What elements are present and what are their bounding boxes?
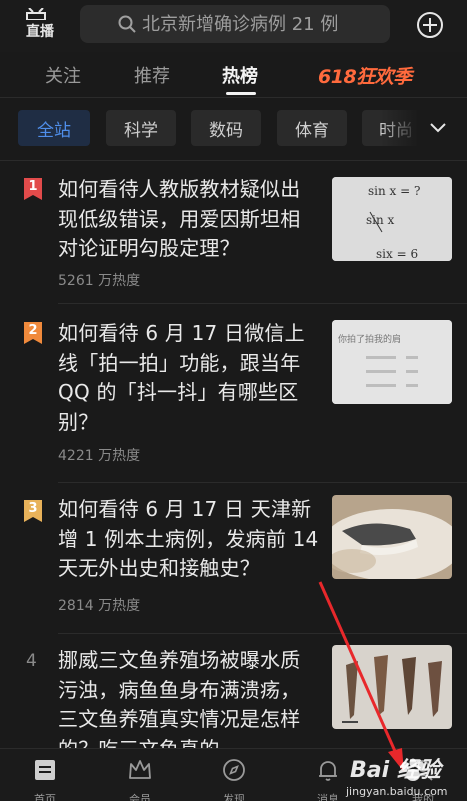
top-bar: 直播 <box>0 0 467 52</box>
thumb-formula-3: six = 6 <box>376 247 418 261</box>
bell-icon <box>319 761 337 781</box>
live-label: 直播 <box>26 24 54 40</box>
thumb-formula-1: sin x = ? <box>368 184 420 198</box>
compass-icon <box>223 759 245 781</box>
tab-recommend[interactable]: 推荐 <box>134 62 170 88</box>
item-title[interactable]: 如何看待人教版教材疑似出现低级错误，用爱因斯坦相对论证明勾股定理？ <box>58 175 320 264</box>
item-title[interactable]: 如何看待 6 月 17 日微信上线「拍一拍」功能，跟当年 QQ 的「抖一抖」有哪… <box>58 319 320 437</box>
chip-all[interactable]: 全站 <box>18 110 90 146</box>
rank-number: 3 <box>28 501 38 516</box>
tab-hot-list[interactable]: 热榜 <box>222 62 258 88</box>
heat-count: 4221 万热度 <box>58 448 141 464</box>
item-divider <box>58 633 467 634</box>
item-title[interactable]: 如何看待 6 月 17 日 天津新增 1 例本土病例，发病前 14 天无外出史和… <box>58 495 320 584</box>
tv-icon <box>26 8 46 20</box>
rank-number-wrap: 3 <box>24 500 42 522</box>
heat-count: 2814 万热度 <box>58 598 141 614</box>
list-item[interactable]: 4 挪威三文鱼养殖场被曝水质污浊，病鱼鱼身布满溃疡，三文鱼养殖真实情况是怎样的？… <box>0 643 467 753</box>
rank-number-wrap: 2 <box>24 322 42 344</box>
search-bar[interactable] <box>80 5 390 43</box>
active-tab-indicator <box>226 92 256 95</box>
watermark-url: jingyan.baidu.com <box>346 785 448 798</box>
watermark-brand: Bai 经验 <box>350 758 441 783</box>
chips-fade <box>380 110 467 150</box>
list-item[interactable]: 3 如何看待 6 月 17 日 天津新增 1 例本土病例，发病前 14 天无外出… <box>0 492 467 632</box>
nav-label: 发现 <box>223 793 245 801</box>
list-item[interactable]: 2 如何看待 6 月 17 日微信上线「拍一拍」功能，跟当年 QQ 的「抖一抖」… <box>0 313 467 478</box>
promo-618-tab[interactable]: 618狂欢季 <box>318 62 412 89</box>
item-divider <box>58 482 467 483</box>
heat-count: 5261 万热度 <box>58 273 141 289</box>
add-icon[interactable] <box>416 11 444 39</box>
nav-label: 会员 <box>129 793 151 801</box>
nav-home[interactable]: 首页 <box>10 749 80 801</box>
live-button[interactable]: 直播 <box>20 8 64 40</box>
feed-tabs: 关注 推荐 热榜 618狂欢季 <box>0 52 467 97</box>
chips-divider <box>0 160 467 161</box>
rank-number: 2 <box>28 323 38 338</box>
rank-number: 1 <box>28 179 38 194</box>
rank-number: 4 <box>26 651 37 671</box>
item-thumbnail[interactable]: 你拍了拍我的肩 <box>332 320 452 404</box>
math-thumbnail-image: sin x = ? sin x six = 6 <box>332 177 452 261</box>
fish-thumbnail-image <box>332 495 452 579</box>
tabs-divider <box>0 97 467 98</box>
search-input[interactable] <box>142 9 382 39</box>
rank-number-wrap: 1 <box>24 178 42 200</box>
chip-sports[interactable]: 体育 <box>277 110 347 146</box>
nav-discover[interactable]: 发现 <box>199 749 269 801</box>
thumb-chat-text: 你拍了拍我的肩 <box>338 333 401 345</box>
item-divider <box>58 303 467 304</box>
thumb-formula-2: sin x <box>366 213 395 227</box>
item-thumbnail[interactable]: sin x = ? sin x six = 6 <box>332 177 452 261</box>
chevron-down-icon[interactable] <box>428 118 448 138</box>
chip-digital[interactable]: 数码 <box>191 110 261 146</box>
nav-label: 首页 <box>34 793 56 801</box>
search-icon <box>118 15 136 33</box>
chip-science[interactable]: 科学 <box>106 110 176 146</box>
item-title[interactable]: 挪威三文鱼养殖场被曝水质污浊，病鱼鱼身布满溃疡，三文鱼养殖真实情况是怎样的？吃三… <box>58 646 320 753</box>
tab-follow[interactable]: 关注 <box>45 62 81 88</box>
list-item[interactable]: 1 如何看待人教版教材疑似出现低级错误，用爱因斯坦相对论证明勾股定理？ 5261… <box>0 170 467 300</box>
chat-thumbnail-image: 你拍了拍我的肩 <box>332 320 452 404</box>
item-thumbnail[interactable] <box>332 495 452 579</box>
item-thumbnail[interactable] <box>332 645 452 729</box>
artifact-thumbnail-image <box>332 645 452 729</box>
crown-icon <box>129 760 151 779</box>
home-icon <box>35 760 55 780</box>
nav-member[interactable]: 会员 <box>105 749 175 801</box>
